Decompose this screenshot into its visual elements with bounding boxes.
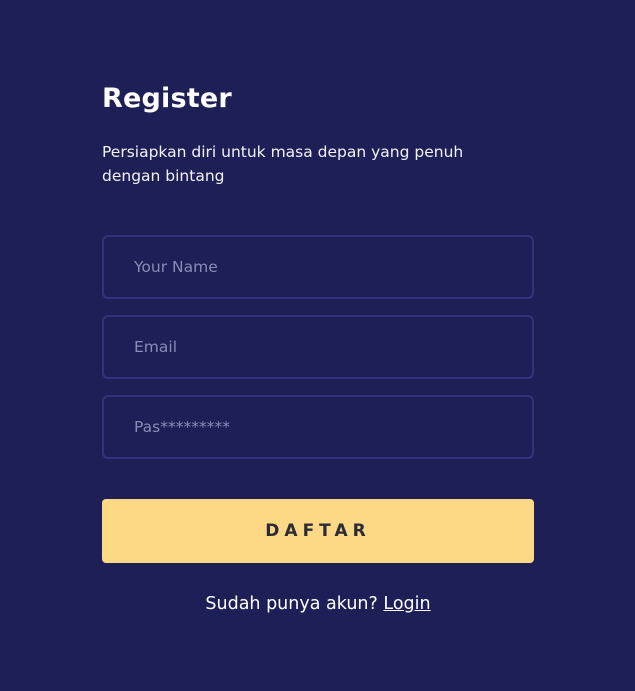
login-prompt: Sudah punya akun? Login: [102, 591, 534, 617]
password-input[interactable]: [102, 395, 534, 459]
page-subtitle: Persiapkan diri untuk masa depan yang pe…: [102, 143, 464, 185]
page-title: Register: [102, 83, 232, 114]
login-link[interactable]: Login: [383, 594, 430, 614]
register-button[interactable]: DAFTAR: [102, 499, 534, 563]
name-input[interactable]: [102, 235, 534, 299]
email-input[interactable]: [102, 315, 534, 379]
login-prompt-text: Sudah punya akun?: [205, 594, 378, 614]
